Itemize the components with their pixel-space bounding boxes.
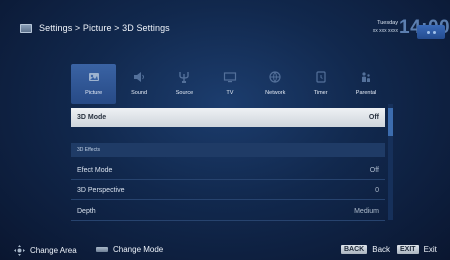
hint-change-area: Change Area: [14, 245, 77, 256]
row-label: Depth: [77, 207, 96, 215]
tab-label: Sound: [131, 90, 148, 96]
sound-icon: [132, 70, 146, 84]
row-value: Off: [368, 114, 379, 121]
change-mode-text: Change Mode: [113, 245, 164, 254]
back-key-button[interactable]: BACK: [341, 245, 368, 254]
menu-row-depth[interactable]: Depth Medium: [71, 202, 385, 221]
header: Settings > Picture > 3D Settings Tuesday…: [0, 0, 450, 56]
tab-label: Network: [265, 90, 286, 96]
tab-source[interactable]: Source: [162, 64, 207, 104]
row-value: Off: [369, 166, 379, 174]
back-text: Back: [372, 245, 391, 254]
day-text: Tuesday: [377, 20, 398, 26]
exit-text: Exit: [423, 245, 437, 254]
nav-arrows-icon: [14, 245, 25, 256]
tab-network[interactable]: Network: [253, 64, 298, 104]
hint-change-mode: Change Mode: [96, 245, 163, 254]
date-text: xx xxx xxxx: [372, 28, 398, 34]
section-label: 3D Effects: [77, 147, 100, 153]
signal-badge-icon: [417, 25, 445, 39]
tv-icon: [223, 70, 237, 84]
tab-label: TV: [226, 90, 234, 96]
timer-icon: [314, 70, 328, 84]
scrollbar[interactable]: [388, 104, 393, 220]
network-icon: [268, 70, 282, 84]
hint-back: BACK Back: [341, 245, 390, 254]
menu-row-3d-mode[interactable]: 3D Mode Off: [71, 108, 385, 127]
menu-row-efect-mode[interactable]: Efect Mode Off: [71, 161, 385, 180]
hint-exit: EXIT Exit: [397, 245, 437, 254]
menu-row-3d-perspective[interactable]: 3D Perspective 0: [71, 181, 385, 200]
left-right-icon: [96, 247, 108, 252]
source-icon: [177, 70, 191, 84]
tab-tv[interactable]: TV: [207, 64, 252, 104]
tv-menu-screen: Settings > Picture > 3D Settings Tuesday…: [0, 0, 450, 260]
row-value: Medium: [354, 207, 379, 215]
change-area-text: Change Area: [30, 246, 77, 255]
date-display: Tuesday xx xxx xxxx: [373, 20, 398, 34]
footer-hints: Change Area Change Mode BACK Back EXIT E…: [0, 240, 450, 260]
scroll-thumb[interactable]: [388, 108, 393, 136]
tab-label: Parental: [355, 90, 377, 96]
row-label: Efect Mode: [77, 166, 113, 174]
tab-picture[interactable]: Picture: [71, 64, 117, 104]
settings-folder-icon: [20, 23, 32, 33]
row-label: 3D Perspective: [77, 186, 125, 194]
picture-icon: [87, 70, 101, 84]
tab-label: Picture: [85, 90, 103, 96]
parental-icon: [359, 70, 373, 84]
category-tabs: Picture Sound Source TV Network Timer Pa…: [71, 64, 389, 104]
breadcrumb: Settings > Picture > 3D Settings: [20, 23, 170, 33]
row-label: 3D Mode: [77, 114, 107, 121]
tab-label: Timer: [313, 90, 328, 96]
tab-sound[interactable]: Sound: [116, 64, 161, 104]
exit-key-button[interactable]: EXIT: [397, 245, 419, 254]
row-value: 0: [375, 186, 379, 194]
section-header-3d-effects: 3D Effects: [71, 143, 385, 157]
tab-label: Source: [175, 90, 194, 96]
tab-timer[interactable]: Timer: [298, 64, 343, 104]
tab-parental[interactable]: Parental: [343, 64, 388, 104]
breadcrumb-text: Settings > Picture > 3D Settings: [39, 23, 170, 33]
